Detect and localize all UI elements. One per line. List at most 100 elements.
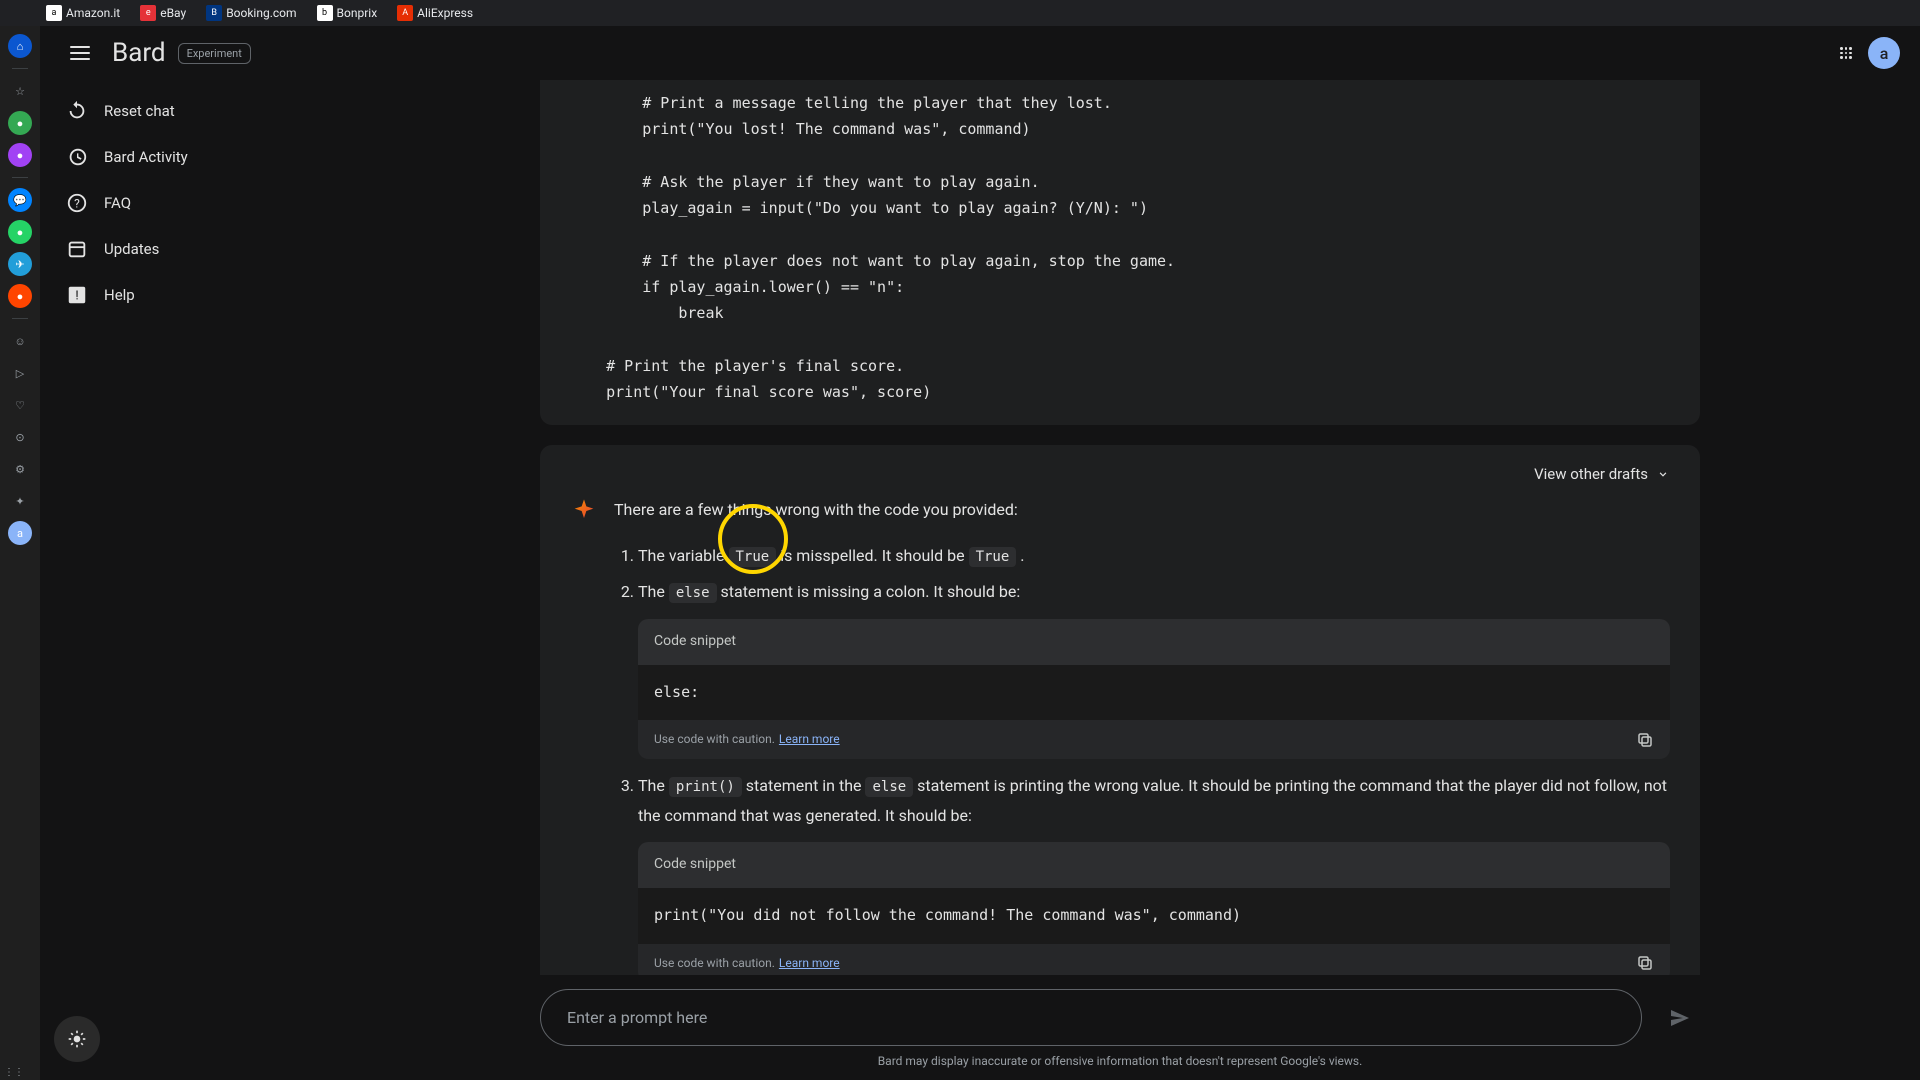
learn-more-link[interactable]: Learn more [779, 728, 840, 750]
sidebar-item-help[interactable]: ? FAQ [52, 182, 308, 224]
sidebar-item-flag[interactable]: ! Help [52, 274, 308, 316]
sidebar-item-label: FAQ [104, 194, 131, 212]
reset-icon [66, 100, 88, 122]
history-icon [66, 146, 88, 168]
inline-code: True [729, 547, 777, 567]
sidebar-item-label: Reset chat [104, 102, 175, 120]
header: Bard Experiment a [40, 26, 1920, 80]
activity-icon[interactable]: ● [8, 284, 32, 308]
menu-button[interactable] [60, 33, 100, 73]
activity-icon[interactable]: ● [8, 111, 32, 135]
chat-scroll[interactable]: # Print a message telling the player tha… [540, 80, 1700, 975]
bookmark-item[interactable]: A AliExpress [391, 3, 479, 23]
hamburger-icon [70, 46, 90, 60]
snippet-header: Code snippet [638, 842, 1670, 888]
bookmark-item[interactable]: BBooking.com [200, 3, 302, 23]
issues-list: The variable True is misspelled. It shou… [614, 541, 1670, 975]
bookmark-label: Amazon.it [66, 6, 120, 20]
input-row: Enter a prompt here [540, 989, 1700, 1046]
app-frame: Bard Experiment a Reset chat Bard Activit… [40, 26, 1920, 1080]
content-area: # Print a message telling the player tha… [320, 80, 1920, 1080]
header-right: a [1836, 37, 1900, 69]
bookmark-item[interactable]: a Amazon.it [40, 3, 126, 23]
copy-button[interactable] [1636, 954, 1654, 972]
code-snippet: Code snippet else: Use code with caution… [638, 619, 1670, 759]
svg-text:?: ? [74, 197, 80, 211]
sidebar: Reset chat Bard Activity? FAQ Updates! Help [40, 80, 320, 1080]
activity-icon[interactable]: ⊙ [8, 425, 32, 449]
activity-icon[interactable]: 💬 [8, 188, 32, 212]
brand-title: Bard [112, 38, 166, 68]
bard-spark-icon [570, 497, 598, 525]
bookmark-label: AliExpress [417, 6, 473, 20]
disclaimer-text: Bard may display inaccurate or offensive… [540, 1046, 1700, 1072]
bookmark-item[interactable]: b Bonprix [311, 3, 384, 23]
sidebar-item-reset[interactable]: Reset chat [52, 90, 308, 132]
activity-icon[interactable]: ● [8, 143, 32, 167]
main-window: ⌂ ☆ ● ● 💬 ● ✈ ● ☺ ▷ ♡ ⊙ ⚙ ✦ a Bard Experiment a Reset … [0, 26, 1920, 1080]
sidebar-item-label: Help [104, 286, 135, 304]
help-icon: ? [66, 192, 88, 214]
sidebar-item-updates[interactable]: Updates [52, 228, 308, 270]
activity-icon[interactable]: ✦ [8, 489, 32, 513]
bookmarks-bar: a Amazon.it eeBay BBooking.com b Bonprix A AliE… [0, 0, 1920, 26]
list-item: The variable True is misspelled. It shou… [638, 541, 1670, 571]
inline-code: print() [669, 777, 742, 797]
bookmark-favicon: B [206, 5, 222, 21]
view-drafts-button[interactable]: View other drafts [1534, 465, 1670, 483]
response-body: The variable True is misspelled. It shou… [570, 541, 1670, 975]
bookmark-favicon: e [140, 5, 156, 21]
updates-icon [66, 238, 88, 260]
snippet-body: print("You did not follow the command! T… [638, 888, 1670, 944]
tray-icon[interactable]: ⋮⋮ [4, 1067, 24, 1078]
bookmark-favicon: b [317, 5, 333, 21]
response-intro: There are a few things wrong with the co… [614, 497, 1018, 523]
activity-icon[interactable]: ▷ [8, 361, 32, 385]
inline-code: else [865, 777, 913, 797]
learn-more-link[interactable]: Learn more [779, 952, 840, 974]
copy-button[interactable] [1636, 731, 1654, 749]
sidebar-item-history[interactable]: Bard Activity [52, 136, 308, 178]
user-code-block: # Print a message telling the player tha… [540, 80, 1700, 425]
activity-icon[interactable]: ✈ [8, 252, 32, 276]
activity-icon[interactable]: ☺ [8, 329, 32, 353]
drafts-label: View other drafts [1534, 465, 1648, 483]
snippet-body: else: [638, 665, 1670, 721]
bookmark-item[interactable]: eeBay [134, 3, 192, 23]
bookmark-favicon: a [46, 5, 62, 21]
sidebar-item-label: Bard Activity [104, 148, 188, 166]
snippet-footer: Use code with caution. Learn more [638, 720, 1670, 758]
activity-icon[interactable]: ☆ [8, 79, 32, 103]
list-item: The print() statement in the else statem… [638, 771, 1670, 975]
sun-icon [67, 1029, 87, 1049]
inline-code: else [669, 583, 717, 603]
response-card: View other drafts There are a few things… [540, 445, 1700, 975]
snippet-header: Code snippet [638, 619, 1670, 665]
activity-icon[interactable]: ⌂ [8, 34, 32, 58]
activity-icon[interactable]: ● [8, 220, 32, 244]
activity-icon[interactable]: a [8, 521, 32, 545]
activity-bar: ⌂ ☆ ● ● 💬 ● ✈ ● ☺ ▷ ♡ ⊙ ⚙ ✦ a [0, 26, 40, 1080]
send-button[interactable] [1660, 998, 1700, 1038]
experiment-badge: Experiment [178, 43, 251, 64]
avatar[interactable]: a [1868, 37, 1900, 69]
input-area: Enter a prompt here Bard may display ina… [540, 975, 1700, 1080]
caution-text: Use code with caution. [654, 952, 775, 974]
bookmark-favicon: A [397, 5, 413, 21]
theme-fab[interactable] [54, 1016, 100, 1062]
bookmark-label: Bonprix [337, 6, 378, 20]
send-icon [1668, 1006, 1692, 1030]
apps-grid-icon[interactable] [1836, 43, 1856, 63]
copy-icon [1636, 731, 1654, 749]
code-snippet: Code snippet print("You did not follow t… [638, 842, 1670, 975]
activity-icon[interactable]: ♡ [8, 393, 32, 417]
caution-text: Use code with caution. [654, 728, 775, 750]
activity-icon[interactable]: ⚙ [8, 457, 32, 481]
snippet-footer: Use code with caution. Learn more [638, 944, 1670, 975]
svg-text:!: ! [75, 289, 78, 304]
response-header: There are a few things wrong with the co… [570, 497, 1670, 525]
copy-icon [1636, 954, 1654, 972]
prompt-input[interactable]: Enter a prompt here [540, 989, 1642, 1046]
list-item: The else statement is missing a colon. I… [638, 577, 1670, 759]
sidebar-item-label: Updates [104, 240, 159, 258]
